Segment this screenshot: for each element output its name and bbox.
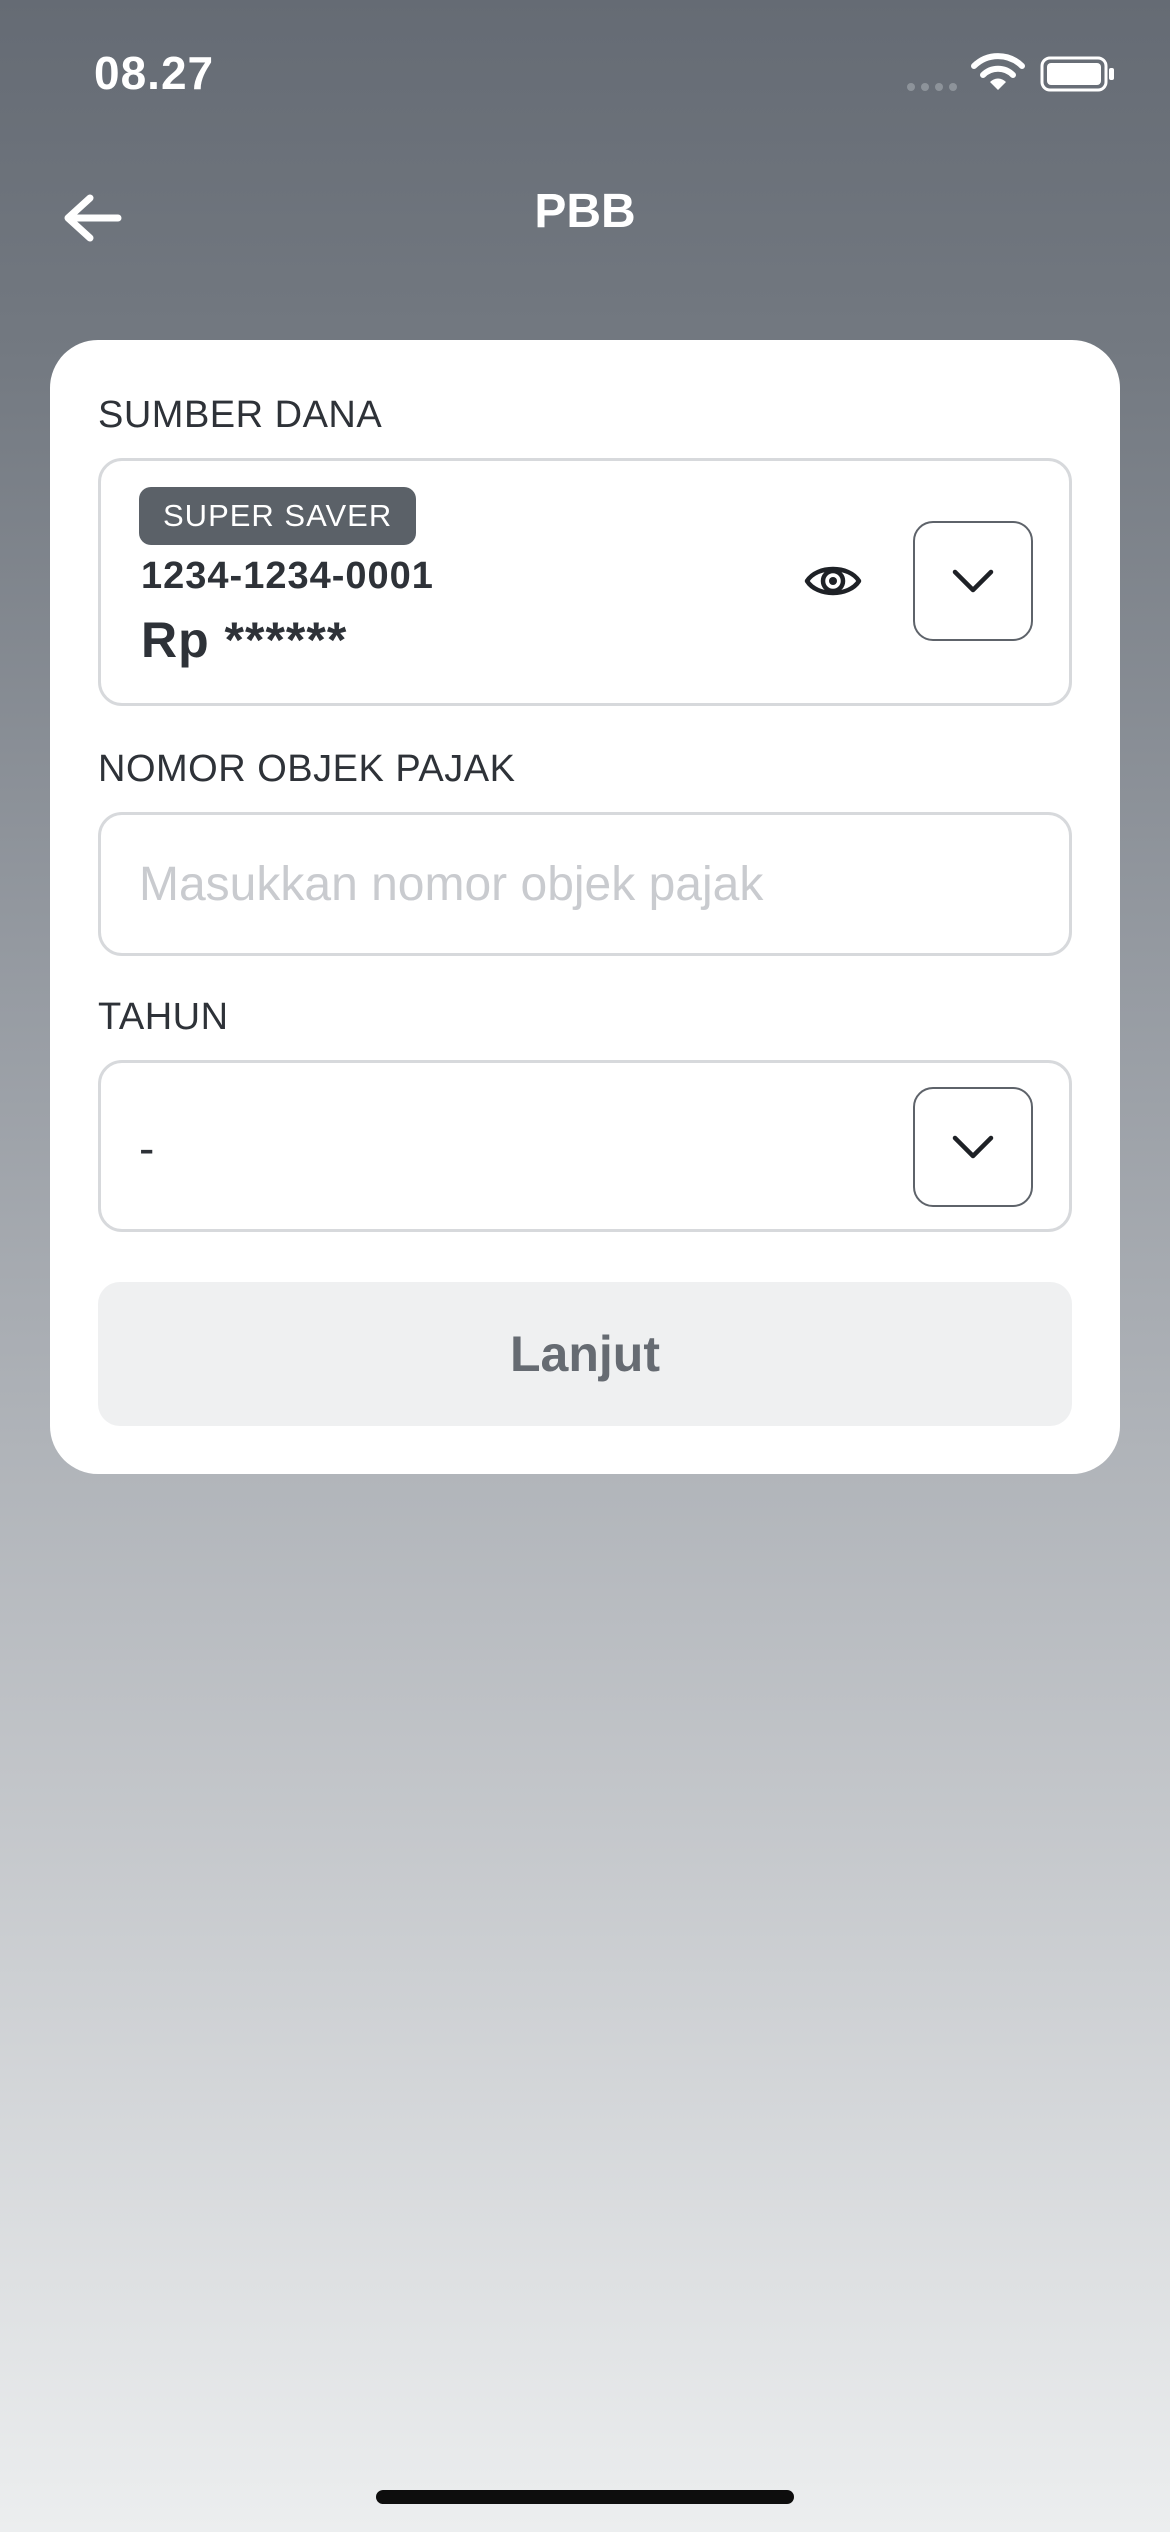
product-badge: SUPER SAVER	[139, 487, 417, 545]
eye-icon	[804, 566, 862, 596]
wifi-icon	[971, 53, 1025, 90]
source-of-funds-selector[interactable]: SUPER SAVER 1234-1234-0001 Rp ******	[98, 458, 1072, 706]
tax-object-number-label: NOMOR OBJEK PAJAK	[98, 748, 516, 790]
status-time: 08.27	[94, 47, 215, 99]
status-bar: 08.27	[0, 0, 1170, 150]
source-of-funds-label: SUMBER DANA	[98, 394, 383, 436]
page-title: PBB	[534, 185, 636, 238]
account-balance: Rp ******	[141, 612, 348, 668]
toggle-balance-visibility-button[interactable]	[801, 549, 865, 613]
payment-form-card: SUMBER DANA SUPER SAVER 1234-1234-0001 R…	[50, 340, 1120, 1474]
battery-icon	[1040, 56, 1114, 92]
chevron-down-icon	[952, 569, 994, 593]
tax-object-number-input[interactable]	[98, 812, 1072, 956]
account-number: 1234-1234-0001	[141, 555, 434, 597]
chevron-down-icon	[952, 1135, 994, 1159]
year-selector[interactable]: -	[98, 1060, 1072, 1232]
cellular-signal-icon	[907, 83, 957, 91]
year-value: -	[139, 1122, 155, 1174]
year-dropdown-button[interactable]	[913, 1087, 1033, 1207]
continue-button[interactable]: Lanjut	[98, 1282, 1072, 1426]
year-label: TAHUN	[98, 996, 229, 1038]
home-indicator[interactable]	[376, 2490, 794, 2504]
source-of-funds-dropdown-button[interactable]	[913, 521, 1033, 641]
